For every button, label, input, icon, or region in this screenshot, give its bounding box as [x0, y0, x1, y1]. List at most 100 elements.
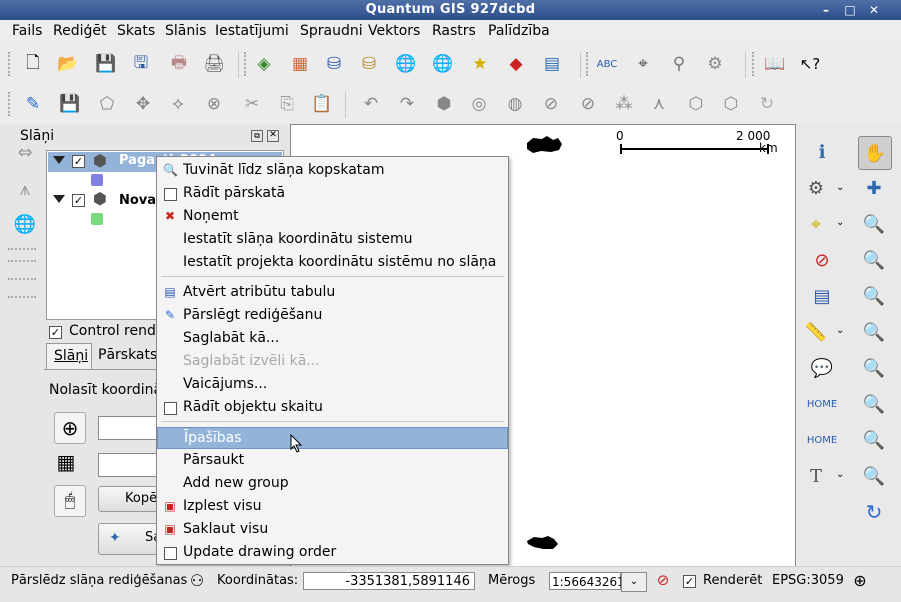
redo-icon[interactable]: ↷: [394, 91, 420, 117]
toolbar-grip[interactable]: [244, 52, 249, 76]
toolbar-grip[interactable]: [586, 52, 591, 76]
attribute-table-icon[interactable]: ▤: [808, 282, 836, 310]
histogram-icon[interactable]: ⩚: [12, 179, 38, 205]
help-contents-icon[interactable]: 📖: [762, 51, 788, 77]
crosshair-icon[interactable]: ⊕: [54, 412, 86, 444]
new-shapefile-icon[interactable]: ★: [467, 51, 493, 77]
dock-tool-icon[interactable]: ⇔: [12, 142, 38, 168]
scale-input[interactable]: 1:56643261: [549, 572, 625, 590]
tab-layers[interactable]: Slāņi: [46, 343, 92, 370]
menu-raster[interactable]: Rastrs: [432, 23, 476, 39]
editing-status-icon[interactable]: ⚇: [187, 571, 207, 591]
context-menu-item[interactable]: Saglabāt kā...: [157, 328, 508, 350]
chevron-down-icon[interactable]: ⌄: [836, 217, 844, 228]
context-menu-item[interactable]: Pārsaukt: [157, 450, 508, 472]
toolbar-grip[interactable]: [752, 52, 757, 76]
add-wms-layer-icon[interactable]: 🌐: [393, 51, 419, 77]
render-checkbox[interactable]: ✓: [683, 575, 696, 588]
menu-edit[interactable]: Rediģēt: [53, 23, 106, 39]
context-menu-item[interactable]: Vaicājums...: [157, 374, 508, 396]
zoom-in-icon[interactable]: 🔍: [860, 210, 888, 238]
context-menu-item[interactable]: Add new group: [157, 473, 508, 495]
menu-help[interactable]: Palīdzība: [488, 23, 550, 39]
print-composer-icon[interactable]: 🖶: [166, 51, 192, 77]
split-features-icon[interactable]: ⋏: [646, 91, 672, 117]
delete-ring-icon[interactable]: ⊘: [538, 91, 564, 117]
add-spatialite-layer-icon[interactable]: ⛁: [356, 51, 382, 77]
menu-plugins[interactable]: Spraudni: [300, 23, 363, 39]
save-as-icon[interactable]: 🖫: [128, 51, 154, 77]
toolbar-grip[interactable]: [8, 52, 13, 76]
delete-selected-icon[interactable]: ⊗: [201, 91, 227, 117]
toolbar-grip[interactable]: [8, 92, 13, 116]
save-coords-button[interactable]: ✦ Sa: [98, 523, 161, 555]
scale-dropdown-chevron-down-icon[interactable]: ⌄: [621, 572, 647, 592]
context-menu-item[interactable]: ▤ Atvērt atribūtu tabulu: [157, 282, 508, 304]
context-menu-item[interactable]: ▣ Saklaut visu: [157, 519, 508, 541]
magnifier-icon[interactable]: 🔍: [860, 462, 888, 490]
menu-layer[interactable]: Slānis: [165, 23, 206, 39]
collapse-arrow-icon[interactable]: [53, 156, 65, 164]
rotate-label-icon[interactable]: ⚙: [702, 51, 728, 77]
layer-visible-checkbox[interactable]: ✓: [72, 155, 85, 168]
float-panel-button[interactable]: ⧉: [251, 130, 263, 142]
context-menu-item[interactable]: 🔍 Tuvināt līdz slāņa kopskatam: [157, 160, 508, 182]
context-menu-item[interactable]: ✖ Noņemt: [157, 206, 508, 228]
measure-icon[interactable]: 📏: [802, 318, 830, 346]
context-menu-item[interactable]: Update drawing order: [157, 542, 508, 564]
merge-attributes-icon[interactable]: ⬡: [718, 91, 744, 117]
label-icon[interactable]: ⌖: [630, 51, 656, 77]
context-menu-item[interactable]: Iestatīt projekta koordinātu sistēmu no …: [157, 252, 508, 274]
menu-checkbox[interactable]: [164, 402, 177, 415]
chevron-down-icon[interactable]: ⌄: [836, 182, 844, 193]
coord-y-input[interactable]: [98, 453, 160, 477]
coords-input[interactable]: -3351381,5891146: [303, 572, 475, 590]
whats-this-icon[interactable]: ↖?: [797, 51, 823, 77]
map-tips-icon[interactable]: 💬: [808, 354, 836, 382]
collapse-arrow-icon[interactable]: [53, 195, 65, 203]
context-menu-item[interactable]: ▣ Izplest visu: [157, 496, 508, 518]
context-menu-item[interactable]: Iestatīt slāņa koordinātu sistemu: [157, 229, 508, 251]
chevron-down-icon[interactable]: ⌄: [836, 469, 844, 480]
cut-features-icon[interactable]: ✂: [239, 91, 265, 117]
add-vector-layer-icon[interactable]: ◈: [251, 51, 277, 77]
maximize-button[interactable]: □: [842, 3, 858, 17]
stop-rendering-icon[interactable]: ⊘: [653, 571, 673, 591]
refresh-icon[interactable]: ↻: [860, 498, 888, 526]
reshape-icon[interactable]: ⁂: [611, 91, 637, 117]
add-postgis-layer-icon[interactable]: ⛁: [321, 51, 347, 77]
menu-settings[interactable]: Iestatījumi: [215, 23, 289, 39]
node-tool-icon[interactable]: ⟡: [165, 91, 191, 117]
menu-checkbox[interactable]: [164, 547, 177, 560]
zoom-to-selection-icon[interactable]: 🔍: [860, 318, 888, 346]
capture-mouse-icon[interactable]: 🖱: [54, 485, 86, 517]
menu-view[interactable]: Skats: [117, 23, 155, 39]
zoom-last-icon[interactable]: 🔍: [860, 354, 888, 382]
globe-icon[interactable]: 🌐: [12, 214, 38, 240]
menu-vector[interactable]: Vektors: [368, 23, 420, 39]
context-menu-item[interactable]: ✎ Pārslēgt rediģēšanu: [157, 305, 508, 327]
toggle-editing-icon[interactable]: ✎: [20, 91, 46, 117]
layer-visible-checkbox[interactable]: ✓: [72, 194, 85, 207]
remove-layer-icon[interactable]: ◆: [503, 51, 529, 77]
zoom-to-layer-icon[interactable]: 🔍: [860, 282, 888, 310]
new-project-icon[interactable]: 🗋: [20, 51, 46, 77]
print-icon[interactable]: 🖨: [201, 51, 227, 77]
close-button[interactable]: ✕: [866, 3, 882, 17]
context-menu-item[interactable]: Rādīt pārskatā: [157, 183, 508, 205]
text-annotation-icon[interactable]: T: [802, 462, 830, 490]
crs-label[interactable]: EPSG:3059: [772, 573, 844, 588]
context-menu-item[interactable]: Īpašības: [157, 427, 508, 449]
add-polygon-icon[interactable]: ⬠: [94, 91, 120, 117]
pan-icon[interactable]: ✋: [858, 136, 892, 170]
minimize-button[interactable]: –: [818, 3, 834, 17]
add-delimited-text-icon[interactable]: ▤: [539, 51, 565, 77]
crs-globe-icon[interactable]: ⊕: [850, 571, 870, 591]
menu-checkbox[interactable]: [164, 188, 177, 201]
open-project-icon[interactable]: 📂: [55, 51, 81, 77]
home-icon[interactable]: HOME: [807, 390, 837, 418]
zoom-actual-icon[interactable]: 🔍: [860, 426, 888, 454]
coord-x-input[interactable]: [98, 416, 160, 440]
add-part-icon[interactable]: ◍: [502, 91, 528, 117]
move-feature-icon[interactable]: ✥: [130, 91, 156, 117]
